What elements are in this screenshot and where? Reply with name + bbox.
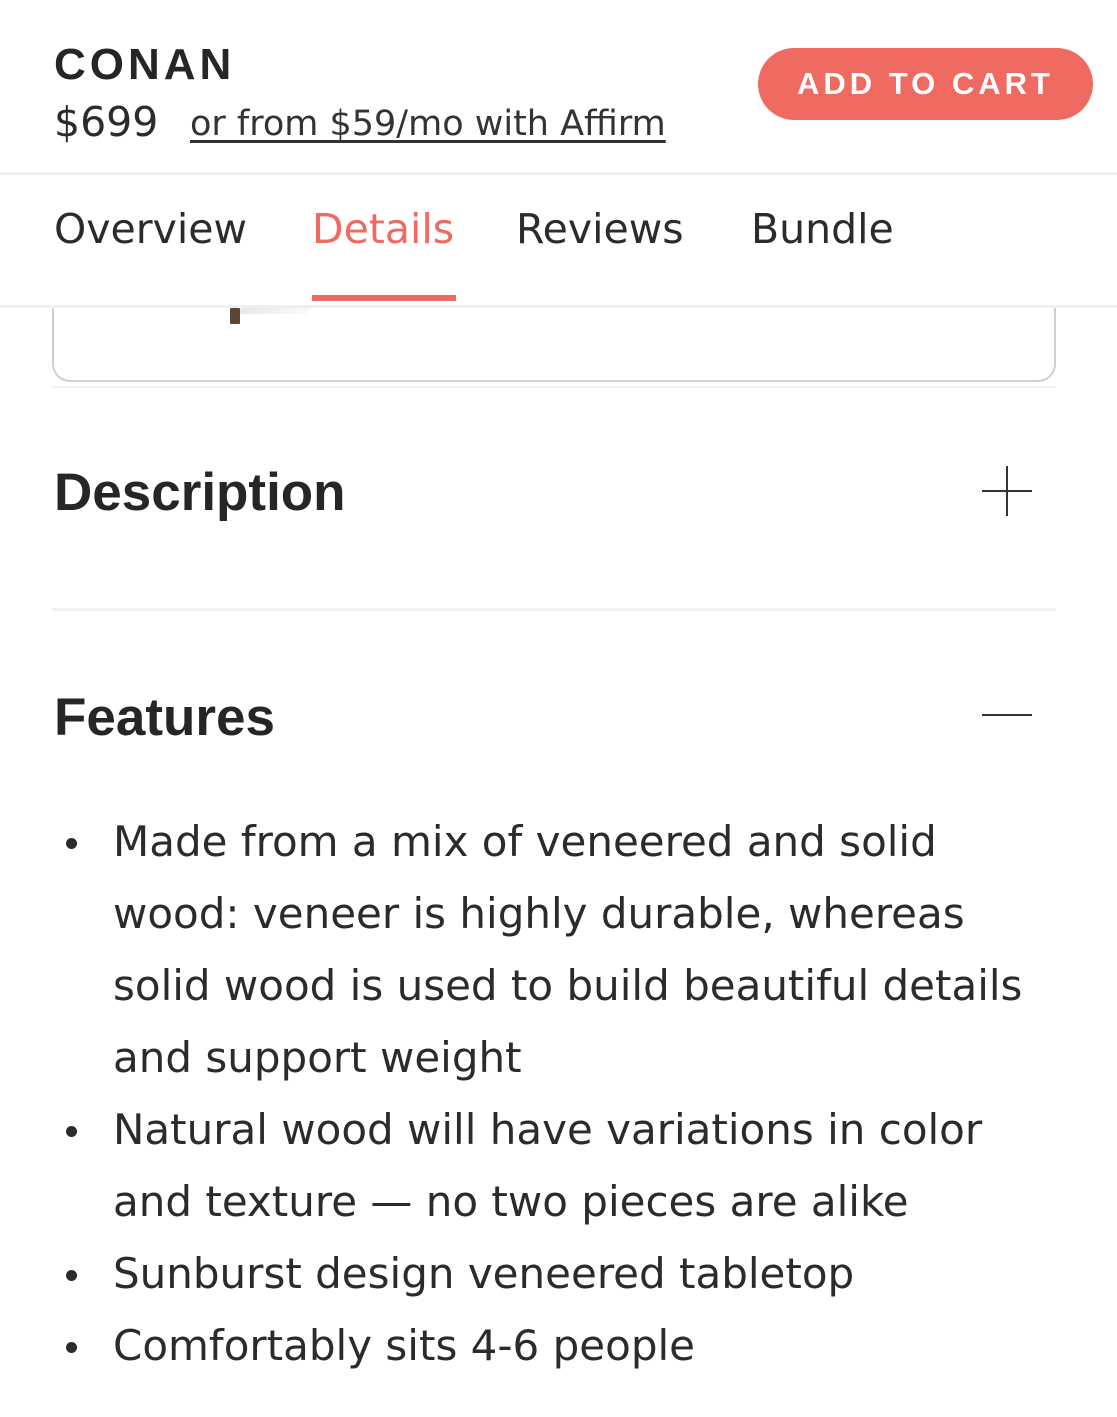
feature-text: Comfortably sits 4-6 people [113,1321,695,1370]
bullet-icon [66,838,77,849]
tab-overview[interactable]: Overview [54,205,247,253]
bullet-icon [66,1342,77,1353]
list-item: Made from a mix of veneered and solid wo… [54,806,1054,1094]
tab-reviews[interactable]: Reviews [516,205,684,253]
plus-icon[interactable] [982,466,1034,518]
product-details-page: CONAN $699 or from $59/mo with Affirm AD… [0,0,1117,1417]
product-price: $699 [54,98,159,146]
minus-icon[interactable] [982,690,1034,742]
tabs-divider [0,305,1117,308]
description-title: Description [54,463,346,522]
list-item: Sunburst design veneered tabletop [54,1238,1054,1310]
tab-bundle[interactable]: Bundle [751,205,894,253]
feature-text: Sunburst design veneered tabletop [113,1249,855,1298]
affirm-financing-link[interactable]: or from $59/mo with Affirm [190,104,666,144]
bullet-icon [66,1270,77,1281]
card-divider [52,386,1056,388]
list-item: Natural wood will have variations in col… [54,1094,1054,1238]
feature-text: Natural wood will have variations in col… [113,1105,983,1226]
feature-text: Made from a mix of veneered and solid wo… [113,817,1023,1082]
add-to-cart-button[interactable]: ADD TO CART [758,48,1093,120]
section-divider [52,608,1056,611]
list-item: Comfortably sits 4-6 people [54,1310,1054,1382]
product-name: CONAN [54,40,236,89]
features-title: Features [54,688,275,747]
bullet-icon [66,1126,77,1137]
sticky-product-header: CONAN $699 or from $59/mo with Affirm AD… [0,0,1117,172]
tab-details[interactable]: Details [312,205,454,253]
chair-leg-image-fragment [230,308,240,324]
section-tabs: Overview Details Reviews Bundle [0,175,1117,305]
features-list: Made from a mix of veneered and solid wo… [54,806,1054,1382]
active-tab-indicator [312,295,456,301]
